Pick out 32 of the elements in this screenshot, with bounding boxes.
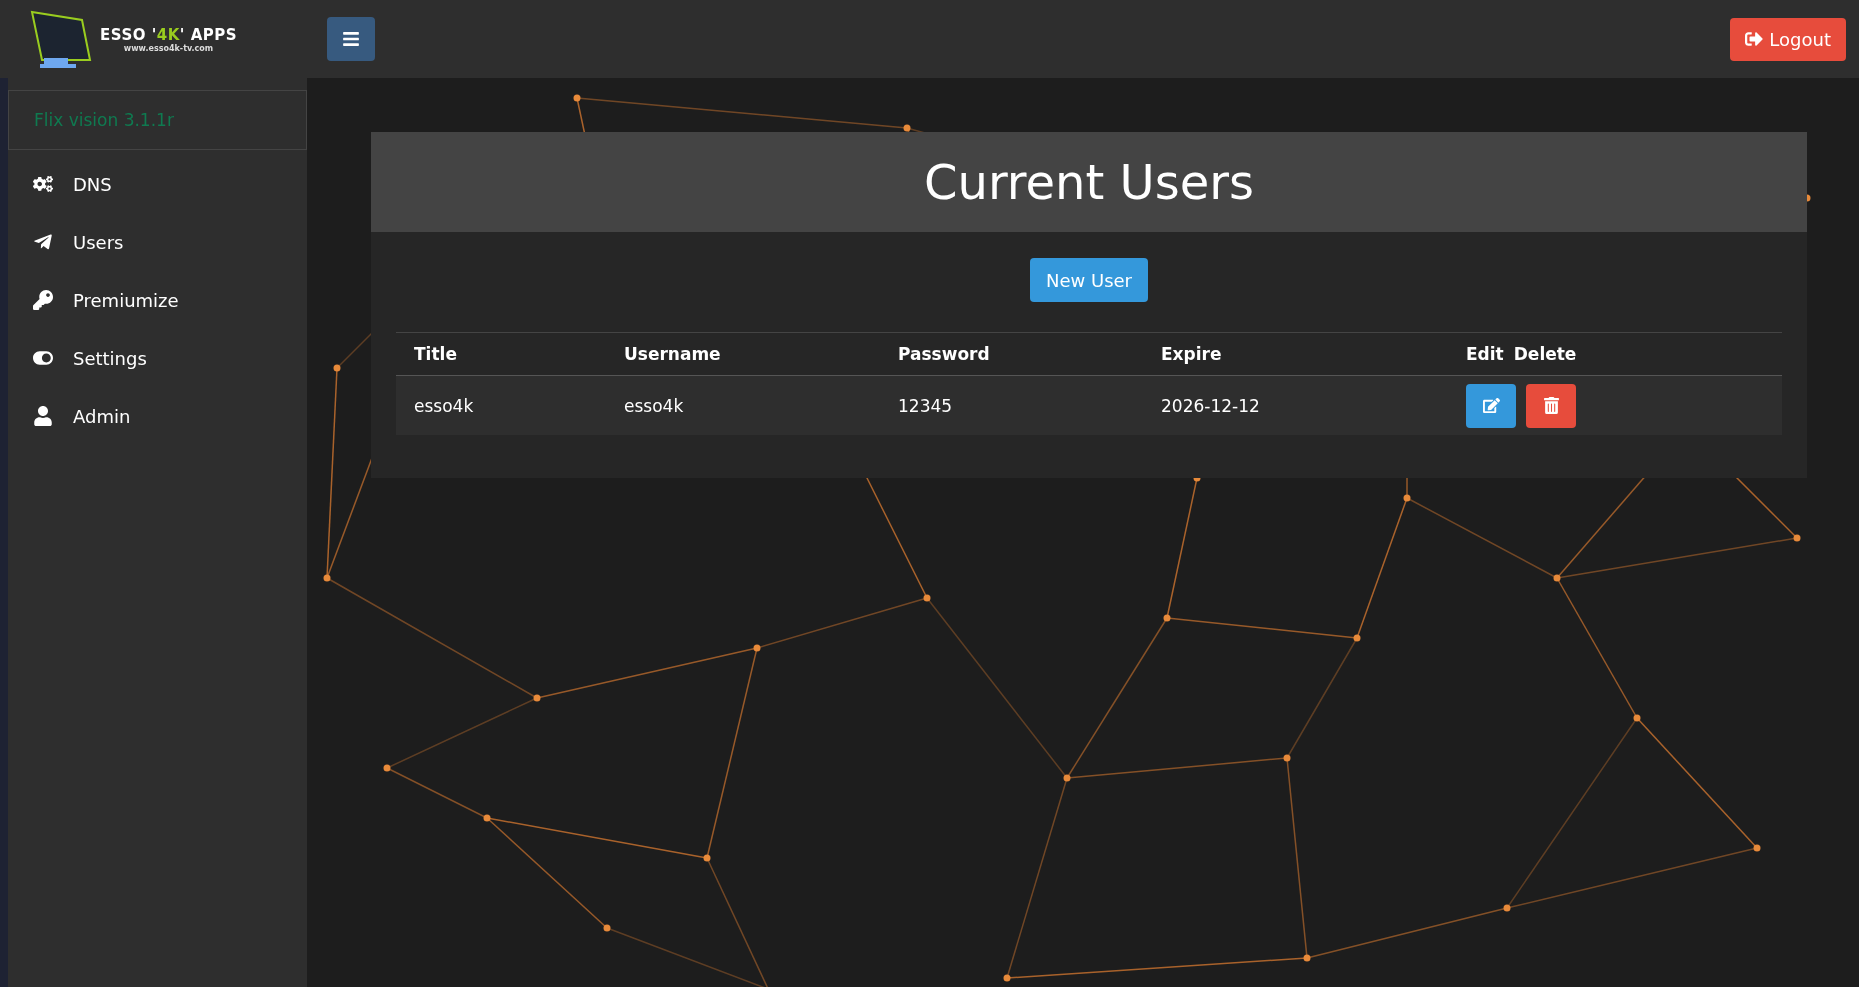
column-header: Expire: [1161, 344, 1223, 364]
edit-icon: [1482, 397, 1500, 414]
version-label: Flix vision 3.1.1r: [8, 90, 307, 150]
column-header: Password: [898, 344, 991, 364]
page-title: Current Users: [924, 154, 1254, 210]
trash-icon: [1542, 397, 1560, 414]
menu-button[interactable]: [327, 17, 375, 61]
logout-icon: [1745, 30, 1764, 48]
gears-icon: [33, 174, 53, 194]
table-cell-text: esso4k: [624, 395, 685, 416]
table-cell-text: 12345: [898, 395, 954, 416]
sidebar-item[interactable]: DNS: [8, 155, 307, 213]
key-icon: [33, 290, 53, 310]
sidebar-item[interactable]: Admin: [8, 387, 307, 445]
menu-icon: [342, 30, 360, 48]
delete-button[interactable]: [1526, 383, 1576, 428]
logo-title: ESSO '4K' APPS: [100, 25, 238, 44]
column-header: Title: [414, 344, 458, 364]
table-cell-text: esso4k: [414, 395, 475, 416]
column-header: Username: [624, 344, 722, 364]
user-icon: [33, 406, 53, 426]
sidebar-item[interactable]: Premiumize: [8, 271, 307, 329]
column-header: Edit: [1466, 344, 1504, 364]
sidebar-item[interactable]: Settings: [8, 329, 307, 387]
table-cell-text: 2026-12-12: [1161, 395, 1261, 416]
toggle-icon: [33, 348, 53, 368]
sidebar-item[interactable]: Users: [8, 213, 307, 271]
logo-url: www.esso4k-tv.com: [123, 43, 214, 53]
paper-plane-icon: [33, 232, 53, 252]
edit-button[interactable]: [1466, 383, 1516, 428]
logout-button[interactable]: Logout: [1730, 17, 1846, 61]
column-header: Delete: [1513, 344, 1577, 364]
